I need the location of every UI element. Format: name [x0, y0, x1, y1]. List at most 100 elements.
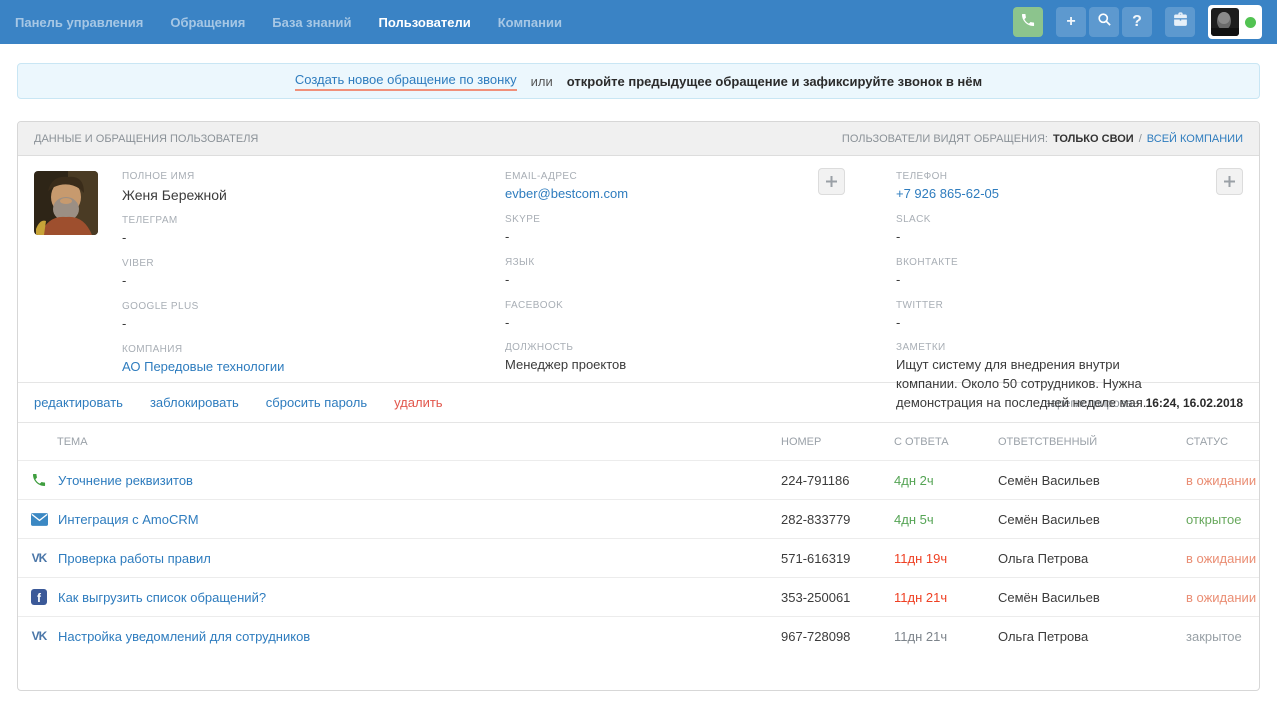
navbar-button-group: + ? — [1056, 7, 1152, 37]
ticket-assignee: Семён Васильев — [998, 512, 1186, 527]
online-status-dot — [1245, 17, 1256, 28]
plus-icon — [1224, 176, 1235, 187]
reset-password-link[interactable]: сбросить пароль — [266, 395, 367, 410]
ticket-since-reply: 4дн 2ч — [894, 473, 998, 488]
profile-column-3: ТЕЛЕФОН +7 926 865-62-05 SLACK - ВКОНТАК… — [896, 171, 1243, 382]
ticket-since-reply: 11дн 21ч — [894, 590, 998, 605]
ticket-since-reply: 11дн 19ч — [894, 551, 998, 566]
field-company: КОМПАНИЯ АО Передовые технологии — [122, 344, 505, 377]
company-link[interactable]: АО Передовые технологии — [122, 358, 505, 377]
briefcase-button[interactable] — [1165, 7, 1195, 37]
ticket-subject-link[interactable]: Проверка работы правил — [58, 551, 211, 566]
question-icon: ? — [1132, 14, 1142, 30]
ticket-status: в ожидании — [1186, 590, 1259, 605]
ticket-number: 571-616319 — [781, 551, 894, 566]
ticket-assignee: Ольга Петрова — [998, 551, 1186, 566]
ticket-subject-link[interactable]: Интеграция с AmoCRM — [58, 512, 199, 527]
briefcase-icon — [1172, 11, 1189, 33]
field-language: ЯЗЫК - — [505, 257, 896, 290]
ticket-since-reply: 4дн 5ч — [894, 512, 998, 527]
visibility-toggle: ПОЛЬЗОВАТЕЛИ ВИДЯТ ОБРАЩЕНИЯ: ТОЛЬКО СВО… — [842, 133, 1243, 145]
add-button[interactable]: + — [1056, 7, 1086, 37]
ticket-subject-link[interactable]: Как выгрузить список обращений? — [58, 590, 266, 605]
header-since-reply: С ОТВЕТА — [894, 436, 998, 448]
block-user-link[interactable]: заблокировать — [150, 395, 239, 410]
header-status: СТАТУС — [1186, 436, 1259, 448]
table-row[interactable]: VK Проверка работы правил 571-616319 11д… — [18, 538, 1259, 577]
profile-column-2: EMAIL-АДРЕС evber@bestcom.com SKYPE - ЯЗ… — [505, 171, 896, 382]
add-contact-field-button[interactable] — [818, 168, 845, 195]
ticket-assignee: Семён Васильев — [998, 473, 1186, 488]
create-case-from-call-link[interactable]: Создать новое обращение по звонку — [295, 72, 517, 91]
top-navbar: Панель управления Обращения База знаний … — [0, 0, 1277, 44]
nav-item-cases[interactable]: Обращения — [170, 15, 245, 30]
ticket-status: в ожидании — [1186, 551, 1259, 566]
visibility-label: ПОЛЬЗОВАТЕЛИ ВИДЯТ ОБРАЩЕНИЯ: — [842, 133, 1048, 145]
field-phone: ТЕЛЕФОН +7 926 865-62-05 — [896, 171, 1183, 204]
user-data-panel: ДАННЫЕ И ОБРАЩЕНИЯ ПОЛЬЗОВАТЕЛЯ ПОЛЬЗОВА… — [17, 121, 1260, 691]
ticket-number: 353-250061 — [781, 590, 894, 605]
ticket-assignee: Семён Васильев — [998, 590, 1186, 605]
navbar-tools: + ? — [1013, 5, 1262, 39]
ticket-subject-link[interactable]: Настройка уведомлений для сотрудников — [58, 629, 310, 644]
header-subject: ТЕМА — [18, 436, 781, 448]
ticket-number: 282-833779 — [781, 512, 894, 527]
ticket-subject-link[interactable]: Уточнение реквизитов — [58, 473, 193, 488]
nav-item-knowledge-base[interactable]: База знаний — [272, 15, 351, 30]
delete-user-link[interactable]: удалить — [394, 395, 442, 410]
field-position: ДОЛЖНОСТЬ Менеджер проектов — [505, 342, 896, 375]
nav-item-dashboard[interactable]: Панель управления — [15, 15, 143, 30]
ticket-status: открытое — [1186, 512, 1259, 527]
field-slack: SLACK - — [896, 214, 1183, 247]
profile-column-1: ПОЛНОЕ ИМЯ Женя Бережной ТЕЛЕГРАМ - VIBE… — [122, 171, 505, 382]
field-telegram: ТЕЛЕГРАМ - — [122, 215, 505, 248]
table-row[interactable]: Уточнение реквизитов 224-791186 4дн 2ч С… — [18, 460, 1259, 499]
call-notification-banner: Создать новое обращение по звонку или от… — [17, 63, 1260, 99]
search-icon — [1097, 12, 1112, 32]
tickets-table-header: ТЕМА НОМЕР С ОТВЕТА ОТВЕТСТВЕННЫЙ СТАТУС — [18, 422, 1259, 460]
header-assignee: ОТВЕТСТВЕННЫЙ — [998, 436, 1186, 448]
vk-channel-icon: VK — [30, 627, 48, 645]
table-row[interactable]: VK Настройка уведомлений для сотрудников… — [18, 616, 1259, 655]
visibility-option-own: ТОЛЬКО СВОИ — [1053, 133, 1134, 145]
panel-header: ДАННЫЕ И ОБРАЩЕНИЯ ПОЛЬЗОВАТЕЛЯ ПОЛЬЗОВА… — [18, 122, 1259, 156]
banner-instruction: откройте предыдущее обращение и зафиксир… — [567, 74, 982, 89]
panel-title: ДАННЫЕ И ОБРАЩЕНИЯ ПОЛЬЗОВАТЕЛЯ — [34, 133, 258, 145]
ticket-since-reply: 11дн 21ч — [894, 629, 998, 644]
ticket-status: в ожидании — [1186, 473, 1259, 488]
email-channel-icon — [30, 510, 48, 528]
field-vkontakte: ВКОНТАКТЕ - — [896, 257, 1183, 290]
plus-icon: + — [1066, 14, 1075, 30]
phone-channel-icon — [30, 471, 48, 489]
ticket-number: 224-791186 — [781, 473, 894, 488]
help-button[interactable]: ? — [1122, 7, 1152, 37]
table-row[interactable]: f Как выгрузить список обращений? 353-25… — [18, 577, 1259, 616]
vk-channel-icon: VK — [30, 549, 48, 567]
field-viber: VIBER - — [122, 258, 505, 291]
visibility-option-company[interactable]: ВСЕЙ КОМПАНИИ — [1147, 133, 1243, 145]
ticket-number: 967-728098 — [781, 629, 894, 644]
agent-avatar — [1211, 8, 1239, 36]
edit-user-link[interactable]: редактировать — [34, 395, 123, 410]
nav-item-users[interactable]: Пользователи — [379, 15, 471, 30]
header-number: НОМЕР — [781, 436, 894, 448]
ticket-assignee: Ольга Петрова — [998, 629, 1186, 644]
field-skype: SKYPE - — [505, 214, 896, 247]
plus-icon — [826, 176, 837, 187]
phone-icon — [1020, 12, 1036, 33]
nav-item-companies[interactable]: Компании — [498, 15, 562, 30]
phone-link[interactable]: +7 926 865-62-05 — [896, 185, 1183, 204]
facebook-channel-icon: f — [30, 588, 48, 606]
search-button[interactable] — [1089, 7, 1119, 37]
field-full-name: ПОЛНОЕ ИМЯ Женя Бережной — [122, 171, 505, 205]
field-google-plus: GOOGLE PLUS - — [122, 301, 505, 334]
visibility-divider: / — [1139, 133, 1142, 145]
add-phone-field-button[interactable] — [1216, 168, 1243, 195]
table-row[interactable]: Интеграция с AmoCRM 282-833779 4дн 5ч Се… — [18, 499, 1259, 538]
account-menu[interactable] — [1208, 5, 1262, 39]
ticket-status: закрытое — [1186, 629, 1259, 644]
field-twitter: TWITTER - — [896, 300, 1183, 333]
user-avatar — [34, 171, 98, 235]
field-notes: ЗАМЕТКИ Ищут систему для внедрения внутр… — [896, 342, 1183, 413]
call-button[interactable] — [1013, 7, 1043, 37]
